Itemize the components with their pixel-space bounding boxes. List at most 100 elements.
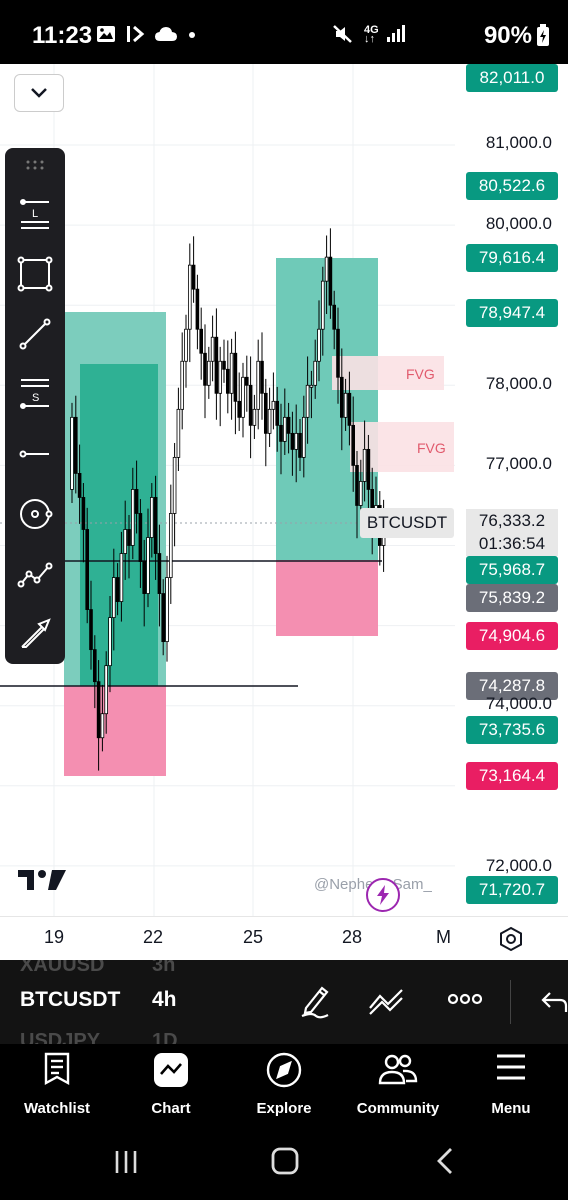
price-label: 82,011.0 <box>466 64 558 92</box>
lightning-button[interactable] <box>366 878 400 912</box>
next-symbol[interactable]: USDJPY <box>20 1030 100 1044</box>
path-tool-icon[interactable] <box>5 544 65 604</box>
nav-community[interactable]: Community <box>343 1044 453 1130</box>
signal-icon <box>386 24 408 48</box>
candle-body <box>195 288 200 330</box>
drag-handle-icon[interactable] <box>5 148 65 182</box>
time-label: 22 <box>143 927 164 947</box>
price-label: 77,000.0 <box>485 454 552 473</box>
battery-percent: 90% <box>483 22 532 49</box>
chevron-down-icon <box>31 88 47 98</box>
candle-body <box>339 376 344 418</box>
cloud-icon <box>154 24 178 48</box>
back-icon[interactable] <box>434 1146 456 1181</box>
system-nav[interactable] <box>0 1130 568 1200</box>
candle-body <box>210 336 215 362</box>
symbol-bar[interactable]: XAUUSD 3h BTCUSDT 4h USDJPY 1D <box>0 960 568 1044</box>
nav-menu[interactable]: Menu <box>456 1044 566 1130</box>
home-icon[interactable] <box>270 1146 300 1181</box>
nav-label: Explore <box>256 1100 312 1117</box>
candle-body <box>176 408 181 458</box>
candle-body <box>168 513 173 578</box>
nav-label: Chart <box>151 1100 191 1117</box>
menu-icon <box>456 1052 566 1088</box>
symbol-interval[interactable]: 4h <box>152 988 177 1012</box>
candle-body <box>89 609 93 651</box>
drawing-toolbar[interactable]: L S <box>5 148 65 664</box>
price-label: 80,000.0 <box>485 214 552 233</box>
mute-icon <box>332 24 354 48</box>
price-label: 81,000.0 <box>485 133 552 152</box>
candle-body <box>305 384 310 418</box>
nav-watchlist[interactable]: Watchlist <box>2 1044 112 1130</box>
candle-body <box>112 577 116 618</box>
time-axis[interactable]: 19 22 25 28 M <box>0 916 568 960</box>
long-position-tool-icon[interactable]: L <box>5 184 65 244</box>
nav-chart[interactable]: Chart <box>116 1044 226 1130</box>
price-label: 74,904.6 <box>466 622 558 650</box>
indicators-icon[interactable] <box>368 986 404 1021</box>
price-label: 78,947.4 <box>466 299 558 327</box>
status-time: 11:23 <box>32 22 93 49</box>
candle-body <box>199 328 204 354</box>
arrow-tool-icon[interactable] <box>5 604 65 664</box>
horizontal-ray-tool-icon[interactable] <box>5 424 65 484</box>
candle-body <box>104 665 109 715</box>
previous-interval[interactable]: 3h <box>152 960 175 977</box>
candle-body <box>256 360 260 410</box>
candle-body <box>336 328 340 378</box>
candle-body <box>222 360 226 370</box>
rectangle-tool-icon[interactable] <box>5 244 65 304</box>
undo-icon[interactable] <box>540 990 568 1019</box>
candle-body <box>180 360 185 410</box>
candle-body <box>320 280 325 330</box>
candle-body <box>237 400 242 418</box>
collapse-button[interactable] <box>14 74 64 112</box>
candle-body <box>153 497 158 554</box>
circle-tool-icon[interactable] <box>5 484 65 544</box>
chevron-bars-icon <box>126 24 148 48</box>
price-label: 75,968.7 <box>466 556 558 584</box>
recent-apps-icon[interactable] <box>112 1148 140 1181</box>
chart-area[interactable]: FVG FVG BTCUSDT 82,011.0 81,000.0 80,522.6… <box>0 64 568 916</box>
price-label: 73,164.4 <box>466 762 558 790</box>
candle-body <box>119 553 124 602</box>
nav-label: Menu <box>491 1100 531 1117</box>
previous-symbol[interactable]: XAUUSD <box>20 960 104 977</box>
candle-body <box>172 456 177 514</box>
candle-body <box>123 529 128 554</box>
bottom-nav[interactable]: Watchlist Chart Explore Community Menu <box>0 1044 568 1130</box>
candle-body <box>206 360 211 386</box>
more-icon[interactable] <box>447 992 483 1011</box>
candle-body <box>332 304 336 330</box>
candle-body <box>191 264 196 290</box>
price-label: 01:36:54 <box>466 532 558 556</box>
candle-body <box>267 408 272 434</box>
candle-body <box>149 497 154 538</box>
nav-label: Community <box>356 1100 440 1117</box>
symbol-tag: BTCUSDT <box>360 508 454 538</box>
candle-body <box>298 432 302 458</box>
stop-zone-left <box>64 686 166 776</box>
time-label: 19 <box>44 927 65 947</box>
nav-explore[interactable]: Explore <box>229 1044 339 1130</box>
candle-body <box>203 352 207 386</box>
symbol-name[interactable]: BTCUSDT <box>20 988 120 1012</box>
candle-body <box>328 256 333 306</box>
candle-body <box>184 328 188 362</box>
trend-line-tool-icon[interactable] <box>5 304 65 364</box>
compass-icon <box>229 1052 339 1088</box>
settings-hex-icon[interactable] <box>498 926 524 957</box>
candle-body <box>93 649 97 683</box>
short-position-tool-icon[interactable]: S <box>5 364 65 424</box>
nav-label: Watchlist <box>23 1100 91 1117</box>
price-label: 75,839.2 <box>466 584 558 612</box>
price-label: 72,000.0 <box>485 856 552 875</box>
pencil-icon[interactable] <box>298 982 332 1025</box>
candle-body <box>301 416 306 458</box>
candle-body <box>81 497 86 530</box>
next-interval[interactable]: 1D <box>152 1030 178 1044</box>
candle-body <box>244 376 249 386</box>
candle-body <box>294 432 298 450</box>
community-icon <box>343 1052 453 1088</box>
